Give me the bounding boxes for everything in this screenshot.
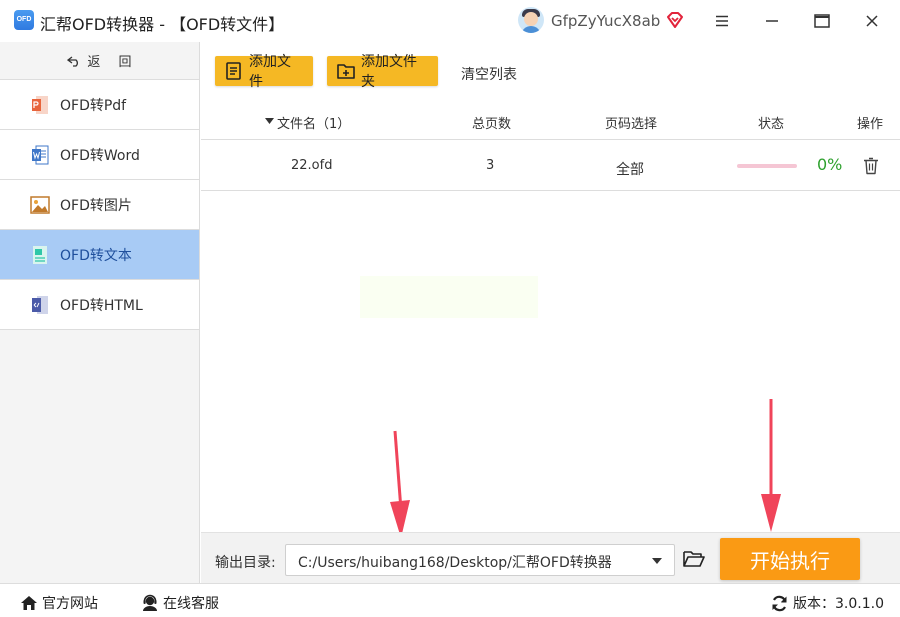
sidebar: 返 回 OFD转Pdf OFD转Word OFD转图片 OFD转文本 OFD转H… (0, 42, 200, 583)
table-row[interactable]: 22.ofd 3 全部 0% (201, 141, 900, 191)
close-icon[interactable] (857, 6, 887, 36)
sidebar-item-ofd-to-word[interactable]: OFD转Word (0, 130, 199, 180)
window-title: 汇帮OFD转换器 - 【OFD转文件】 (40, 15, 285, 34)
home-icon (20, 594, 38, 612)
row-page-count: 3 (486, 158, 495, 173)
main-panel: 添加文件 添加文件夹 清空列表 文件名（1） 总页数 页码选择 状态 操作 22… (201, 42, 900, 532)
annotation-arrow-output (390, 430, 410, 538)
image-icon (30, 195, 50, 215)
app-logo-icon: OFD (14, 10, 34, 30)
add-folder-button[interactable]: 添加文件夹 (327, 54, 438, 90)
back-button[interactable]: 返 回 (0, 42, 199, 80)
chevron-down-icon (652, 558, 662, 564)
column-header-status: 状态 (758, 117, 785, 132)
output-bar: 输出目录: C:/Users/huibang168/Desktop/汇帮OFD转… (201, 532, 900, 583)
sidebar-item-ofd-to-image[interactable]: OFD转图片 (0, 180, 199, 230)
open-folder-icon[interactable] (683, 549, 705, 569)
online-support-label: 在线客服 (163, 596, 219, 612)
official-website-label: 官方网站 (42, 596, 98, 612)
username-label[interactable]: GfpZyYucX8ab (551, 12, 660, 30)
row-progress-text: 0% (817, 155, 843, 174)
sidebar-item-label: OFD转Word (60, 147, 140, 164)
version-info[interactable]: 版本：3.0.1.0 (771, 593, 884, 613)
pdf-icon (30, 95, 50, 115)
column-header-filename[interactable]: 文件名（1） (277, 113, 350, 132)
title-bar: OFD 汇帮OFD转换器 - 【OFD转文件】 GfpZyYucX8ab (0, 0, 900, 42)
output-dir-select[interactable]: C:/Users/huibang168/Desktop/汇帮OFD转换器 (285, 544, 675, 576)
add-file-icon (225, 62, 243, 80)
start-button[interactable]: 开始执行 (720, 538, 860, 580)
back-label: 返 回 (87, 55, 132, 70)
output-dir-label: 输出目录: (215, 555, 276, 571)
column-header-action: 操作 (857, 117, 884, 132)
sidebar-item-ofd-to-text[interactable]: OFD转文本 (0, 230, 199, 280)
delete-icon[interactable] (863, 157, 879, 175)
column-header-pages: 总页数 (472, 117, 512, 132)
sidebar-item-ofd-to-html[interactable]: OFD转HTML (0, 280, 199, 330)
version-label: 版本：3.0.1.0 (793, 596, 884, 612)
annotation-arrow-start (761, 399, 781, 532)
toolbar: 添加文件 添加文件夹 清空列表 (201, 42, 900, 100)
status-bar: 官方网站 在线客服 版本：3.0.1.0 (0, 583, 900, 617)
sort-down-icon[interactable] (265, 118, 274, 124)
menu-icon[interactable] (707, 6, 737, 36)
row-page-select[interactable]: 全部 (616, 159, 644, 179)
row-filename: 22.ofd (291, 158, 333, 173)
add-file-button[interactable]: 添加文件 (215, 54, 313, 90)
watermark (360, 276, 538, 318)
clear-list-button[interactable]: 清空列表 (461, 64, 517, 84)
add-folder-icon (337, 62, 355, 80)
output-dir-value: C:/Users/huibang168/Desktop/汇帮OFD转换器 (298, 555, 612, 571)
refresh-icon (771, 594, 789, 612)
table-header: 文件名（1） 总页数 页码选择 状态 操作 (201, 100, 900, 140)
column-header-page-select: 页码选择 (605, 117, 658, 132)
word-icon (30, 145, 50, 165)
sidebar-item-label: OFD转文本 (60, 247, 132, 264)
back-arrow-icon (67, 55, 79, 67)
sidebar-item-label: OFD转HTML (60, 297, 143, 314)
sidebar-item-ofd-to-pdf[interactable]: OFD转Pdf (0, 80, 199, 130)
sidebar-item-label: OFD转图片 (60, 197, 132, 214)
user-avatar[interactable] (518, 7, 544, 33)
add-file-label: 添加文件 (249, 54, 291, 90)
support-agent-icon (141, 594, 159, 612)
online-support-link[interactable]: 在线客服 (141, 593, 219, 613)
add-folder-label: 添加文件夹 (361, 54, 417, 90)
vip-diamond-icon[interactable] (665, 10, 685, 30)
minimize-icon[interactable] (757, 6, 787, 36)
official-website-link[interactable]: 官方网站 (20, 593, 98, 613)
maximize-icon[interactable] (807, 6, 837, 36)
html-icon (30, 295, 50, 315)
row-progress-bar (737, 164, 797, 168)
sidebar-item-label: OFD转Pdf (60, 97, 127, 114)
text-icon (30, 245, 50, 265)
